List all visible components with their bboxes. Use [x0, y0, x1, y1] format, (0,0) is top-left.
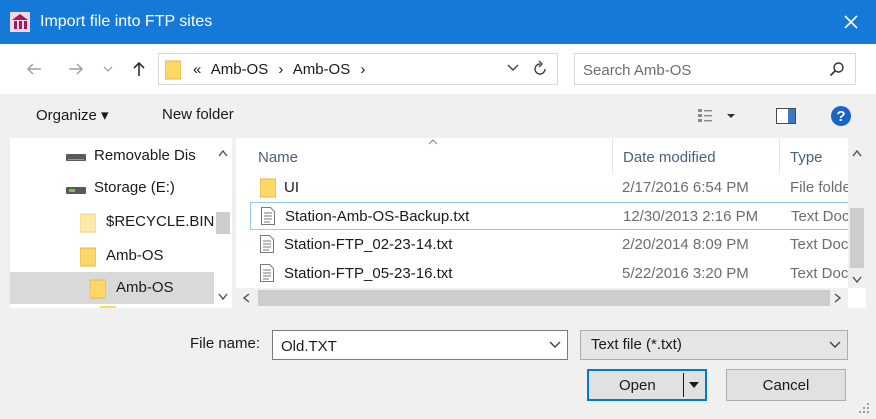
recent-locations-button[interactable]	[100, 59, 116, 79]
preview-pane-icon	[776, 108, 796, 124]
arrow-right-icon	[69, 63, 84, 75]
file-list[interactable]: Name Date modified Type UI 2/17/2016 6:5…	[236, 138, 866, 308]
file-name-label: File name:	[190, 335, 261, 352]
up-button[interactable]	[128, 59, 150, 79]
new-folder-button[interactable]: New folder	[162, 106, 234, 123]
open-button-label: Open	[619, 377, 656, 394]
scroll-down-icon[interactable]	[218, 293, 228, 300]
file-type-selected: Text file (*.txt)	[591, 336, 682, 353]
split-divider	[683, 373, 684, 397]
folder-icon	[80, 247, 96, 267]
cancel-button-label: Cancel	[762, 377, 810, 394]
arrow-left-icon	[26, 63, 41, 75]
open-button[interactable]: Open	[587, 369, 707, 401]
scroll-up-icon[interactable]	[218, 150, 228, 157]
help-icon: ?	[831, 106, 851, 126]
close-button[interactable]	[832, 6, 870, 38]
breadcrumb-separator[interactable]: ›	[278, 61, 283, 78]
scroll-up-icon[interactable]	[852, 150, 862, 157]
file-list-horizontal-scrollbar[interactable]	[236, 288, 848, 308]
column-header-date-modified[interactable]: Date modified	[613, 138, 779, 174]
svg-text:?: ?	[836, 108, 845, 125]
folder-icon	[260, 178, 276, 198]
scroll-thumb[interactable]	[258, 290, 830, 306]
scroll-thumb[interactable]	[850, 208, 864, 268]
command-bar: Organize ▾ New folder ?	[0, 94, 876, 138]
scroll-thumb[interactable]	[216, 212, 230, 234]
folder-icon	[90, 279, 106, 299]
scroll-left-icon[interactable]	[243, 293, 250, 303]
close-icon	[844, 15, 858, 29]
breadcrumb-overflow[interactable]: «	[193, 61, 201, 78]
breadcrumb-item[interactable]: Amb-OS	[211, 61, 269, 78]
resize-grip-icon[interactable]	[858, 402, 870, 414]
file-row-station-ftp-05-23-16[interactable]: Station-FTP_05-23-16.txt 5/22/2016 3:20 …	[250, 260, 850, 288]
tree-item-label: Amb-OS	[116, 279, 174, 296]
app-icon	[10, 12, 30, 32]
text-file-icon	[260, 235, 274, 253]
file-row-ui-folder[interactable]: UI 2/17/2016 6:54 PM File folder	[250, 174, 850, 202]
arrow-up-icon	[133, 61, 145, 76]
details-view-icon	[698, 109, 735, 122]
file-list-vertical-scrollbar[interactable]	[848, 138, 866, 288]
view-options-button[interactable]	[698, 108, 738, 127]
navigation-bar: « Amb-OS › Amb-OS ›	[0, 44, 876, 94]
breadcrumb: « Amb-OS › Amb-OS ›	[193, 61, 371, 78]
dropdown-arrow-icon[interactable]	[689, 382, 699, 388]
tree-item-label: Storage (E:)	[94, 179, 175, 196]
tree-item-label: $RECYCLE.BIN	[106, 213, 215, 230]
file-name-input[interactable]	[281, 336, 531, 356]
tree-item-recycle-bin[interactable]: $RECYCLE.BIN	[10, 206, 214, 238]
tree-item-removable-disk[interactable]: Removable Dis	[10, 140, 214, 172]
column-header-name[interactable]: Name	[236, 138, 612, 174]
drive-icon	[66, 154, 86, 161]
tree-item-amb-os-parent[interactable]: Amb-OS	[10, 240, 214, 272]
tree-item-label: Amb-OS	[106, 247, 164, 264]
search-input[interactable]	[583, 60, 813, 80]
chevron-down-icon[interactable]	[507, 64, 519, 72]
text-file-icon	[261, 207, 275, 225]
help-button[interactable]: ?	[830, 105, 852, 130]
cancel-button[interactable]: Cancel	[726, 369, 846, 401]
scroll-right-icon[interactable]	[834, 293, 841, 303]
scroll-down-icon[interactable]	[852, 276, 862, 283]
forward-button[interactable]	[64, 59, 88, 79]
storage-drive-icon	[66, 187, 86, 194]
tree-item-label: Removable Dis	[94, 147, 196, 164]
search-icon[interactable]	[829, 61, 845, 77]
navigation-scrollbar[interactable]	[214, 138, 232, 308]
organize-button[interactable]: Organize ▾	[36, 106, 109, 124]
back-button[interactable]	[22, 59, 46, 79]
folder-icon	[100, 306, 116, 308]
chevron-down-icon[interactable]	[549, 341, 561, 349]
file-type-dropdown[interactable]: Text file (*.txt)	[580, 330, 848, 360]
window-title: Import file into FTP sites	[40, 13, 213, 30]
text-file-icon	[260, 264, 274, 282]
file-row-station-ftp-02-23-14[interactable]: Station-FTP_02-23-14.txt 2/20/2014 8:09 …	[250, 231, 850, 259]
column-header-type[interactable]: Type	[780, 138, 848, 174]
preview-pane-button[interactable]	[776, 108, 796, 127]
folder-icon	[80, 213, 96, 233]
breadcrumb-item[interactable]: Amb-OS	[293, 61, 351, 78]
title-bar: Import file into FTP sites	[0, 0, 876, 44]
chevron-down-icon	[103, 66, 113, 72]
refresh-icon[interactable]	[531, 60, 549, 78]
folder-icon	[165, 60, 181, 80]
file-name-combobox[interactable]	[272, 330, 568, 360]
search-box[interactable]	[574, 53, 856, 85]
file-row-station-amb-os-backup[interactable]: Station-Amb-OS-Backup.txt 12/30/2013 2:1…	[250, 202, 851, 230]
navigation-pane[interactable]: Removable Dis Storage (E:) $RECYCLE.BIN …	[10, 138, 232, 308]
address-bar[interactable]: « Amb-OS › Amb-OS ›	[158, 53, 558, 85]
breadcrumb-separator[interactable]: ›	[360, 61, 365, 78]
tree-item-storage[interactable]: Storage (E:)	[10, 172, 214, 204]
chevron-down-icon	[829, 341, 841, 348]
tree-item-amb-os-selected[interactable]: Amb-OS	[10, 272, 214, 304]
